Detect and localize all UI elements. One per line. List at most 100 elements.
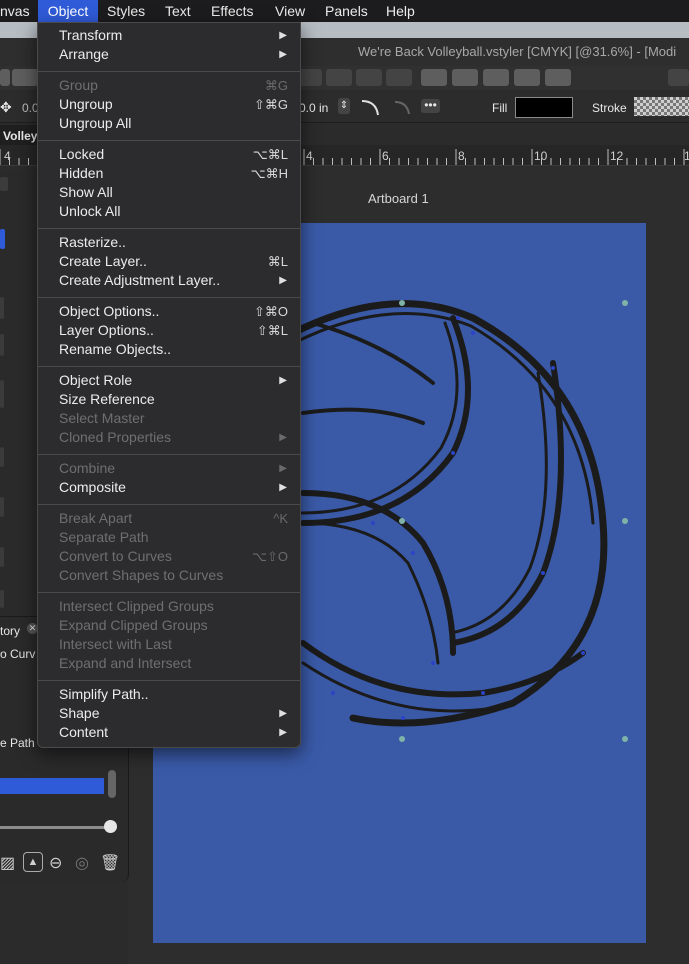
document-title: We're Back Volleyball.vstyler [CMYK] [@3… [358,44,677,59]
stroke-swatch[interactable] [634,97,689,116]
toolbar-button[interactable] [421,69,447,86]
panel-selector[interactable] [0,229,5,249]
image-icon[interactable]: ▲ [23,852,43,872]
menu-item-locked[interactable]: Locked [59,146,104,163]
menu-item-rasterize[interactable]: Rasterize.. [59,234,126,251]
menu-item-object-role[interactable]: Object Role [59,372,132,389]
ruler-label: 10 [534,149,548,163]
toolbar-button[interactable] [545,69,571,86]
menu-text[interactable]: Text [165,0,191,22]
fill-swatch[interactable] [515,97,573,118]
menu-canvas[interactable]: nvas [0,0,30,22]
pen-curve-icon[interactable] [392,97,414,117]
menu-item-convert-to-curves: Convert to Curves [59,548,172,564]
history-selected-row[interactable] [0,778,104,794]
menu-view[interactable]: View [275,0,305,22]
menu-item-create-layer[interactable]: Create Layer.. [59,253,147,270]
menu-item-composite[interactable]: Composite [59,479,126,496]
corner-icon[interactable] [360,97,382,117]
menu-item-layer-options[interactable]: Layer Options.. [59,322,154,339]
panel-control[interactable] [0,380,4,408]
menu-item-transform[interactable]: Transform [59,27,122,44]
submenu-arrow-icon: ▶ [279,30,287,41]
toolbar-button[interactable] [12,69,38,86]
menu-item-create-adjustment-layer[interactable]: Create Adjustment Layer.. [59,272,220,289]
menu-panels[interactable]: Panels [325,0,368,22]
submenu-arrow-icon: ▶ [279,708,287,719]
menu-item-size-reference[interactable]: Size Reference [59,391,155,408]
toolbar-button[interactable] [0,69,10,86]
panel-control[interactable] [0,297,4,319]
toolbar-button[interactable] [668,69,689,86]
submenu-arrow-icon: ▶ [279,463,287,474]
menu-item-rename-objects[interactable]: Rename Objects.. [59,341,171,358]
stroke-label: Stroke [592,101,627,115]
y-position-field[interactable]: 0.0 in [299,101,328,115]
menu-item-shape[interactable]: Shape [59,705,99,722]
clear-icon[interactable]: ◎ [75,853,89,873]
menu-separator [38,366,300,367]
history-slider-knob[interactable] [104,820,117,833]
toolbar-button[interactable] [514,69,540,86]
trash-icon[interactable]: 🗑 [100,853,120,873]
menu-item-content[interactable]: Content [59,724,108,741]
toolbar-button[interactable] [326,69,352,86]
menu-item-expand-clipped-groups: Expand Clipped Groups [59,617,208,633]
more-options-icon[interactable]: ••• [421,99,440,113]
menu-separator [38,228,300,229]
panel-control[interactable] [0,334,4,356]
panel-toggle[interactable] [0,177,8,191]
menu-item-break-apart: Break Apart [59,510,133,526]
menu-shortcut: ⌥⌘H [250,166,288,181]
menu-item-ungroup-all[interactable]: Ungroup All [59,115,131,132]
menu-item-expand-and-intersect: Expand and Intersect [59,655,192,671]
menu-item-show-all[interactable]: Show All [59,184,113,201]
panel-control[interactable] [0,447,4,467]
menu-shortcut: ⌥⌘L [252,147,288,162]
toolbar-button[interactable] [452,69,478,86]
history-tab[interactable]: tory [0,624,20,638]
menu-object[interactable]: Object [38,0,98,22]
history-slider-track[interactable] [0,826,110,829]
panel-control[interactable] [0,590,4,608]
menu-item-ungroup[interactable]: Ungroup [59,96,113,113]
menu-shortcut: ⇧⌘L [256,323,288,338]
menu-item-intersect-clipped-groups: Intersect Clipped Groups [59,598,214,614]
menu-item-group: Group [59,77,98,93]
menu-item-intersect-with-last: Intersect with Last [59,636,172,652]
menu-styles[interactable]: Styles [107,0,145,22]
ruler-label: 1 [684,149,689,163]
submenu-arrow-icon: ▶ [279,432,287,443]
menu-separator [38,504,300,505]
history-item[interactable]: o Curv [0,647,35,661]
menu-item-arrange[interactable]: Arrange [59,46,109,63]
panel-control[interactable] [0,547,4,567]
object-menu: Transform ▶ Arrange ▶ Group ⌘G Ungroup ⇧⌘G Ungro… [37,22,301,748]
history-item[interactable]: e Path [0,736,35,750]
toolbar-button[interactable] [386,69,412,86]
document-tab[interactable]: Volleyl [3,129,41,143]
menu-shortcut: ⌥⇧O [252,549,288,564]
snapshot-icon[interactable]: ▨ [0,853,15,873]
panel-control[interactable] [0,497,4,517]
ruler-label: 4 [306,149,313,163]
menu-separator [38,592,300,593]
menu-item-simplify-path[interactable]: Simplify Path.. [59,686,148,703]
stepper-icon[interactable]: ⇕ [338,98,350,114]
menu-item-combine: Combine [59,460,116,476]
menu-item-object-options[interactable]: Object Options.. [59,303,159,320]
artboard-label: Artboard 1 [368,191,429,206]
menu-shortcut: ⇧⌘G [253,97,288,112]
menu-item-unlock-all[interactable]: Unlock All [59,203,120,220]
menu-item-convert-shapes-to-curves: Convert Shapes to Curves [59,567,224,583]
menu-separator [38,680,300,681]
scrollbar[interactable] [108,770,116,798]
submenu-arrow-icon: ▶ [279,375,287,386]
menu-help[interactable]: Help [386,0,415,22]
toolbar-button[interactable] [356,69,382,86]
toolbar-button[interactable] [483,69,509,86]
menu-item-hidden[interactable]: Hidden [59,165,103,182]
ruler-label: 12 [610,149,624,163]
menu-effects[interactable]: Effects [211,0,254,22]
minus-icon[interactable]: ⊖ [49,853,62,873]
